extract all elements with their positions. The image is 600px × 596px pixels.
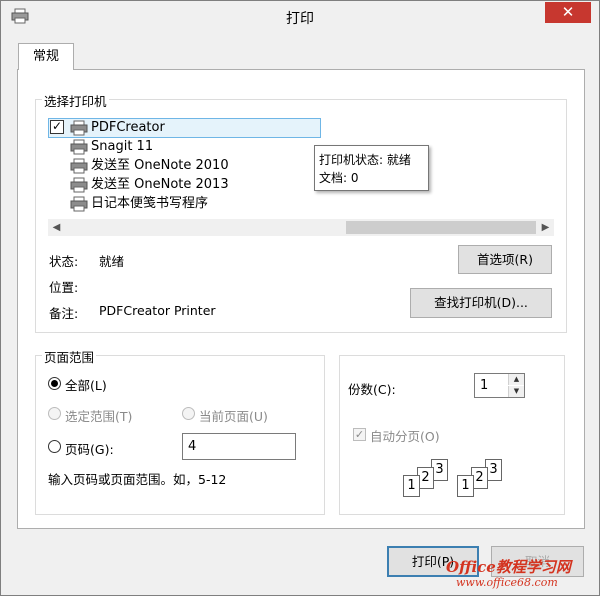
- printer-name: Snagit 11: [91, 139, 154, 154]
- printer-icon: [70, 139, 88, 155]
- collate-label: 自动分页(O): [370, 429, 440, 444]
- chevron-up-icon[interactable]: ▲: [508, 374, 524, 385]
- chevron-down-icon[interactable]: ▼: [508, 386, 524, 397]
- horizontal-scrollbar[interactable]: ◀ ▶: [48, 219, 554, 236]
- radio-pages[interactable]: [48, 440, 61, 453]
- printer-name: 发送至 OneNote 2010: [91, 158, 229, 173]
- radio-pages-label[interactable]: 页码(G):: [65, 439, 114, 458]
- collate-checkbox[interactable]: ✓: [353, 428, 366, 441]
- radio-all[interactable]: [48, 377, 61, 390]
- copies-label: 份数(C):: [348, 382, 396, 397]
- page-range-label: 页面范围: [42, 347, 97, 366]
- printer-icon: [70, 196, 88, 212]
- printer-icon: [70, 120, 88, 136]
- printer-item-snagit[interactable]: Snagit 11: [48, 137, 328, 157]
- collate-pages-icon: 3 2 1: [401, 459, 451, 499]
- printer-name: PDFCreator: [91, 120, 165, 135]
- printer-item-journal-note-writer[interactable]: 日记本便笺书写程序: [48, 194, 328, 214]
- copies-input[interactable]: 1 ▲ ▼: [474, 373, 525, 398]
- pages-input[interactable]: 4: [182, 433, 296, 460]
- status-label: 状态:: [49, 254, 79, 269]
- page-range-hint: 输入页码或页面范围。如，5-12: [48, 472, 227, 487]
- watermark-url: www.office68.com: [456, 576, 558, 589]
- radio-selection-label[interactable]: 选定范围(T): [65, 406, 132, 425]
- preferences-button[interactable]: 首选项(R): [458, 245, 552, 274]
- chevron-left-icon[interactable]: ◀: [48, 219, 65, 236]
- window-title: 打印: [286, 11, 314, 27]
- radio-current-page[interactable]: [182, 407, 195, 420]
- collate-pages-icon: 3 2 1: [455, 459, 505, 499]
- printer-item-onenote-2010[interactable]: 发送至 OneNote 2010: [48, 156, 328, 176]
- comment-value: PDFCreator Printer: [99, 303, 216, 318]
- radio-current-page-label[interactable]: 当前页面(U): [199, 406, 268, 425]
- printer-status-tooltip: 打印机状态: 就绪 文档: 0: [314, 145, 429, 191]
- printer-icon: [70, 177, 88, 193]
- radio-all-label[interactable]: 全部(L): [65, 375, 107, 394]
- radio-selection[interactable]: [48, 407, 61, 420]
- close-button[interactable]: ✕: [545, 2, 591, 23]
- tooltip-documents: 文档: 0: [319, 171, 359, 185]
- printer-name: 日记本便笺书写程序: [91, 196, 209, 211]
- scrollbar-thumb[interactable]: [346, 221, 536, 234]
- comment-label: 备注:: [49, 306, 79, 321]
- printer-name: 发送至 OneNote 2013: [91, 177, 229, 192]
- status-value: 就绪: [99, 254, 125, 269]
- tooltip-status: 打印机状态: 就绪: [319, 153, 411, 167]
- print-dialog: 打印 ✕ 常规 选择打印机 ✓ PDFCreator Snagit 11 发送至…: [0, 0, 600, 596]
- default-check-icon: ✓: [50, 119, 64, 134]
- title-bar[interactable]: 打印 ✕: [1, 1, 599, 31]
- printer-item-pdfcreator[interactable]: ✓ PDFCreator: [48, 118, 328, 138]
- copies-value: 1: [480, 378, 489, 393]
- printer-list[interactable]: ✓ PDFCreator Snagit 11 发送至 OneNote 2010: [48, 118, 554, 218]
- watermark-brand: Office教程学习网: [446, 558, 571, 576]
- location-label: 位置:: [49, 280, 79, 295]
- tab-general[interactable]: 常规: [18, 43, 74, 70]
- find-printer-button[interactable]: 查找打印机(D)...: [410, 288, 552, 318]
- printer-icon: [70, 158, 88, 174]
- printer-item-onenote-2013[interactable]: 发送至 OneNote 2013: [48, 175, 328, 195]
- select-printer-label: 选择打印机: [42, 91, 109, 110]
- chevron-right-icon[interactable]: ▶: [537, 219, 554, 236]
